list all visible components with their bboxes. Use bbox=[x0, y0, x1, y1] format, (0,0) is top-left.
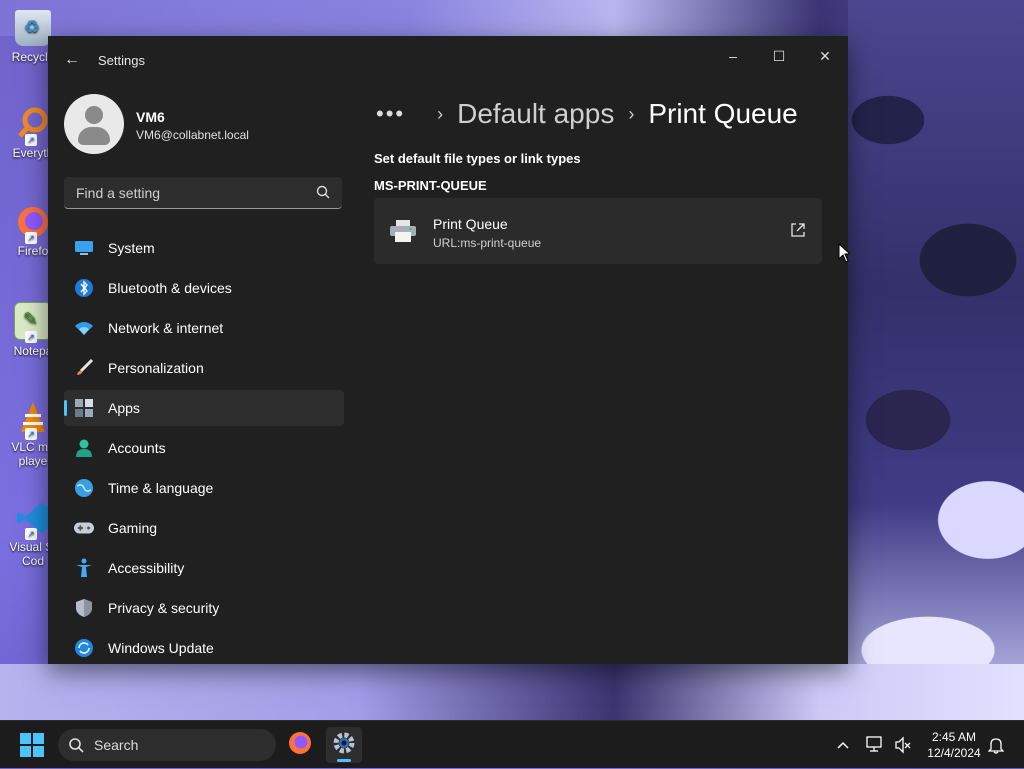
sidebar-item-label: Network & internet bbox=[108, 320, 224, 336]
sidebar-item-label: Bluetooth & devices bbox=[108, 280, 232, 296]
taskbar-firefox[interactable] bbox=[282, 727, 318, 763]
sidebar-item-label: System bbox=[108, 240, 155, 256]
update-icon bbox=[74, 638, 94, 658]
sidebar-item-windows-update[interactable]: Windows Update bbox=[64, 630, 344, 666]
clock-time: 2:45 AM bbox=[931, 730, 977, 744]
notepad-plus-icon: ✎ ↗ bbox=[14, 302, 52, 343]
shortcut-arrow-icon: ↗ bbox=[25, 134, 37, 146]
section-heading: Set default file types or link types bbox=[374, 151, 581, 166]
app-name: Print Queue bbox=[433, 216, 508, 232]
search-icon bbox=[68, 737, 84, 753]
sidebar-item-accessibility[interactable]: Accessibility bbox=[64, 550, 344, 586]
back-arrow-icon[interactable]: ← bbox=[64, 52, 80, 68]
chevron-up-icon[interactable] bbox=[836, 721, 850, 769]
windows-start-icon[interactable] bbox=[20, 733, 44, 757]
open-external-icon[interactable] bbox=[790, 222, 806, 238]
vlc-cone-icon: ↗ bbox=[15, 400, 51, 440]
window-title: Settings bbox=[98, 53, 145, 68]
system-clock[interactable]: 2:45 AM 12/4/2024 bbox=[918, 729, 990, 761]
breadcrumb-more-button[interactable]: ••• bbox=[376, 101, 405, 127]
sidebar-item-accounts[interactable]: Accounts bbox=[64, 430, 344, 466]
sidebar-item-label: Personalization bbox=[108, 360, 204, 376]
minimize-button[interactable]: – bbox=[710, 40, 756, 72]
page-title: Print Queue bbox=[648, 98, 798, 129]
accessibility-icon bbox=[74, 558, 94, 578]
close-button[interactable]: ✕ bbox=[802, 40, 848, 72]
mouse-cursor-icon bbox=[838, 242, 852, 263]
monitor-icon bbox=[74, 238, 94, 258]
sidebar-nav: System Bluetooth & devices Network & int… bbox=[64, 230, 344, 670]
settings-window: ← Settings – ☐ ✕ VM6 VM6@collabnet.local… bbox=[48, 36, 848, 664]
sidebar-item-label: Gaming bbox=[108, 520, 158, 536]
taskbar-search-label: Search bbox=[94, 737, 139, 753]
find-setting-box[interactable] bbox=[64, 177, 342, 209]
sidebar-item-bluetooth[interactable]: Bluetooth & devices bbox=[64, 270, 344, 306]
clock-date: 12/4/2024 bbox=[927, 746, 981, 760]
sidebar-item-label: Accounts bbox=[108, 440, 166, 456]
title-bar[interactable]: ← Settings – ☐ ✕ bbox=[48, 36, 848, 84]
sidebar-item-label: Time & language bbox=[108, 480, 214, 496]
firefox-icon: ↗ bbox=[15, 204, 51, 244]
shortcut-arrow-icon: ↗ bbox=[25, 331, 37, 343]
network-icon[interactable] bbox=[866, 721, 886, 769]
gamepad-icon bbox=[74, 518, 94, 538]
globe-clock-icon bbox=[74, 478, 94, 498]
sidebar-item-label: Privacy & security bbox=[108, 600, 220, 616]
everything-search-icon: ↗ bbox=[15, 106, 51, 146]
shield-icon bbox=[74, 598, 94, 618]
notification-bell-icon[interactable] bbox=[988, 721, 1004, 769]
search-input[interactable] bbox=[74, 177, 308, 209]
speaker-muted-icon[interactable] bbox=[894, 721, 912, 769]
profile-email: VM6@collabnet.local bbox=[136, 128, 249, 142]
link-type-heading: MS-PRINT-QUEUE bbox=[374, 178, 487, 193]
search-icon[interactable] bbox=[316, 185, 330, 199]
sidebar-item-time-language[interactable]: Time & language bbox=[64, 470, 344, 506]
taskbar-settings[interactable] bbox=[326, 727, 362, 763]
maximize-button[interactable]: ☐ bbox=[756, 40, 802, 72]
sidebar-item-personalization[interactable]: Personalization bbox=[64, 350, 344, 386]
sidebar-item-system[interactable]: System bbox=[64, 230, 344, 266]
shortcut-arrow-icon: ↗ bbox=[25, 232, 37, 244]
recycle-bin-icon: ♻ bbox=[15, 10, 51, 46]
avatar-body bbox=[78, 127, 110, 145]
sidebar-item-network[interactable]: Network & internet bbox=[64, 310, 344, 346]
desktop-wallpaper-right bbox=[848, 0, 1024, 720]
wifi-icon bbox=[74, 318, 94, 338]
avatar[interactable] bbox=[64, 94, 124, 154]
taskbar: Search 2:45 AM 12/4/2024 bbox=[0, 720, 1024, 768]
vscode-icon: ↗ bbox=[15, 500, 51, 540]
taskbar-search-button[interactable]: Search bbox=[58, 729, 276, 761]
chevron-right-icon: › bbox=[437, 103, 444, 124]
default-app-card[interactable]: Print Queue URL:ms-print-queue bbox=[374, 198, 822, 264]
sidebar-item-label: Apps bbox=[108, 400, 140, 416]
breadcrumb: ••• › Default apps › Print Queue bbox=[376, 94, 798, 134]
app-link-type: URL:ms-print-queue bbox=[433, 236, 542, 250]
brush-icon bbox=[74, 358, 94, 378]
printer-icon bbox=[390, 220, 416, 242]
gear-icon bbox=[332, 731, 356, 760]
desktop-wallpaper-bottom bbox=[0, 664, 1024, 720]
shortcut-arrow-icon: ↗ bbox=[25, 428, 37, 440]
breadcrumb-default-apps[interactable]: Default apps bbox=[457, 98, 614, 130]
sidebar-item-label: Windows Update bbox=[108, 640, 214, 656]
person-icon bbox=[74, 438, 94, 458]
avatar-head bbox=[85, 106, 103, 124]
sidebar-item-gaming[interactable]: Gaming bbox=[64, 510, 344, 546]
profile-name: VM6 bbox=[136, 109, 165, 125]
sidebar-item-apps[interactable]: Apps bbox=[64, 390, 344, 426]
shortcut-arrow-icon: ↗ bbox=[25, 528, 37, 540]
sidebar-item-privacy-security[interactable]: Privacy & security bbox=[64, 590, 344, 626]
firefox-icon bbox=[288, 731, 312, 760]
chevron-right-icon: › bbox=[628, 103, 635, 124]
sidebar-item-label: Accessibility bbox=[108, 560, 185, 576]
bluetooth-icon bbox=[74, 278, 94, 298]
apps-icon bbox=[74, 398, 94, 418]
